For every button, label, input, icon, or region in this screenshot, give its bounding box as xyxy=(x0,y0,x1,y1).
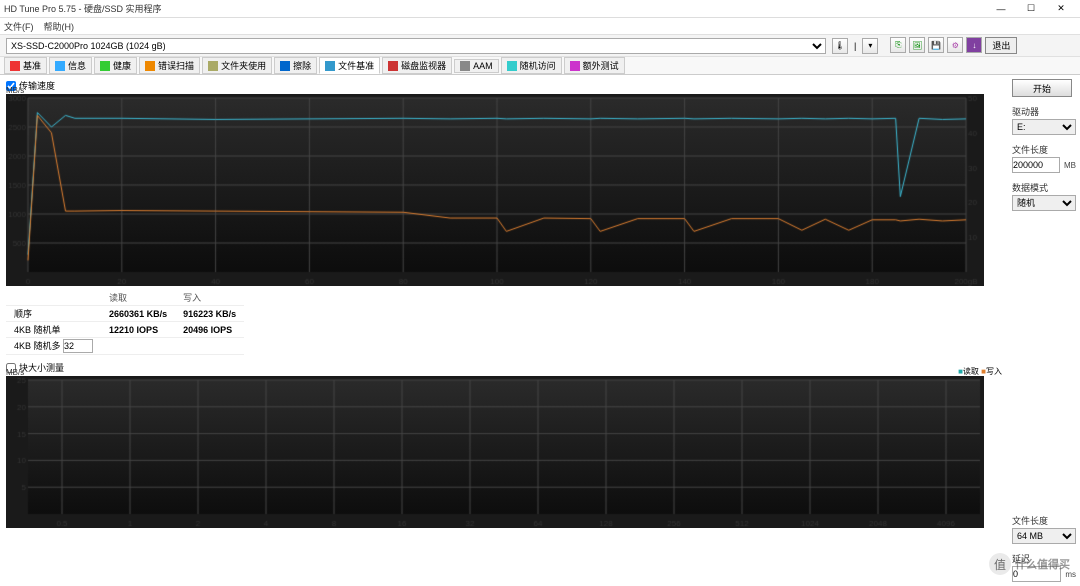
tab-file-benchmark[interactable]: 文件基准 xyxy=(319,57,380,74)
temp-separator: | xyxy=(854,41,856,51)
y-unit-label: MB/s xyxy=(6,86,24,95)
right-panel: 开始 驱动器 E: 文件长度 MB 数据模式 随机 文件长度 64 MB 延迟 … xyxy=(1010,75,1080,586)
tab-disk-monitor[interactable]: 磁盘监视器 xyxy=(382,57,452,74)
device-select[interactable]: XS-SSD-C2000Pro 1024GB (1024 gB) xyxy=(6,38,826,54)
benchmark-icon xyxy=(10,61,20,71)
file-bench-icon xyxy=(325,61,335,71)
transfer-speed-chart xyxy=(6,94,984,286)
menu-help[interactable]: 帮助(H) xyxy=(44,20,75,33)
tab-error-scan[interactable]: 错误扫描 xyxy=(139,57,200,74)
filelen-input[interactable] xyxy=(1012,157,1060,173)
tab-health[interactable]: 健康 xyxy=(94,57,137,74)
transfer-speed-checkbox-label[interactable]: 传输速度 xyxy=(6,79,1004,92)
delay-input[interactable] xyxy=(1012,566,1061,582)
table-row: 顺序 2660361 KB/s 916223 KB/s xyxy=(6,306,244,322)
aam-icon xyxy=(460,61,470,71)
erase-icon xyxy=(280,61,290,71)
start-button[interactable]: 开始 xyxy=(1012,79,1072,97)
table-row: 4KB 随机多 xyxy=(6,338,244,355)
block-size-chart xyxy=(6,376,984,528)
filelen2-select[interactable]: 64 MB xyxy=(1012,528,1076,544)
drive-select[interactable]: E: xyxy=(1012,119,1076,135)
close-button[interactable]: ✕ xyxy=(1046,1,1076,17)
screenshot-icon[interactable]: 🖼 xyxy=(909,37,925,53)
transfer-speed-chart-box: 传输速度 MB/s xyxy=(6,79,1004,286)
device-bar: XS-SSD-C2000Pro 1024GB (1024 gB) 🌡 | ▾ ⎘… xyxy=(0,34,1080,57)
filelen2-label: 文件长度 xyxy=(1012,514,1076,527)
menu-bar: 文件(F) 帮助(H) xyxy=(0,18,1080,34)
table-row: 4KB 随机单 12210 IOPS 20496 IOPS xyxy=(6,322,244,338)
chart2-legend: ■读取 ■写入 xyxy=(958,366,1002,377)
temp-dropdown-icon[interactable]: ▾ xyxy=(862,38,878,54)
tab-benchmark[interactable]: 基准 xyxy=(4,57,47,74)
info-icon xyxy=(55,61,65,71)
tab-bar: 基准 信息 健康 错误扫描 文件夹使用 擦除 文件基准 磁盘监视器 AAM 随机… xyxy=(0,57,1080,75)
minimize-button[interactable]: — xyxy=(986,1,1016,17)
extra-icon xyxy=(570,61,580,71)
refresh-icon[interactable]: ↓ xyxy=(966,37,982,53)
save-icon[interactable]: 💾 xyxy=(928,37,944,53)
maximize-button[interactable]: ☐ xyxy=(1016,1,1046,17)
tab-folder-usage[interactable]: 文件夹使用 xyxy=(202,57,272,74)
window-title: HD Tune Pro 5.75 - 硬盘/SSD 实用程序 xyxy=(4,2,986,15)
table-header-row: 读取 写入 xyxy=(6,290,244,306)
block-size-chart-box: 块大小测量 MB/s ■读取 ■写入 xyxy=(6,361,1004,528)
drive-label: 驱动器 xyxy=(1012,105,1076,118)
monitor-icon xyxy=(388,61,398,71)
tab-extra-tests[interactable]: 额外测试 xyxy=(564,57,625,74)
exit-button[interactable]: 退出 xyxy=(985,37,1017,54)
tab-erase[interactable]: 擦除 xyxy=(274,57,317,74)
tab-info[interactable]: 信息 xyxy=(49,57,92,74)
error-scan-icon xyxy=(145,61,155,71)
pattern-select[interactable]: 随机 xyxy=(1012,195,1076,211)
delay-label: 延迟 xyxy=(1012,552,1076,565)
queue-depth-spinner[interactable] xyxy=(63,339,93,353)
health-icon xyxy=(100,61,110,71)
random-icon xyxy=(507,61,517,71)
copy-icon[interactable]: ⎘ xyxy=(890,37,906,53)
pattern-label: 数据模式 xyxy=(1012,181,1076,194)
settings-icon[interactable]: ⚙ xyxy=(947,37,963,53)
filelen-label: 文件长度 xyxy=(1012,143,1076,156)
folder-icon xyxy=(208,61,218,71)
tab-random-access[interactable]: 随机访问 xyxy=(501,57,562,74)
menu-file[interactable]: 文件(F) xyxy=(4,20,34,33)
tab-aam[interactable]: AAM xyxy=(454,59,499,73)
results-table: 读取 写入 顺序 2660361 KB/s 916223 KB/s 4KB 随机… xyxy=(6,290,244,355)
title-bar: HD Tune Pro 5.75 - 硬盘/SSD 实用程序 — ☐ ✕ xyxy=(0,0,1080,18)
block-size-checkbox-label[interactable]: 块大小测量 xyxy=(6,361,1004,374)
y-unit-label-2: MB/s xyxy=(6,368,24,377)
temperature-icon[interactable]: 🌡 xyxy=(832,38,848,54)
